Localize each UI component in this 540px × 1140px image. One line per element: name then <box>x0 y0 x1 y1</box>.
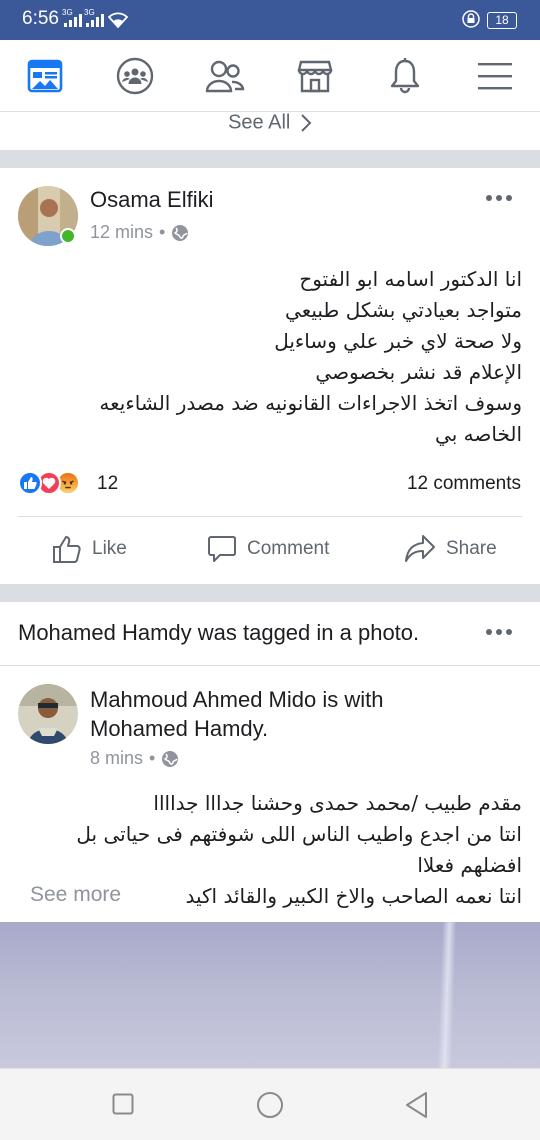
tagged-photo[interactable] <box>0 922 540 1068</box>
post-body: مقدم طبيب /محمد حمدى وحشنا جدااا جداااا … <box>18 788 522 881</box>
post-body: انا الدكتور اسامه ابو الفتوح متواجد بعيا… <box>18 264 522 450</box>
post-time[interactable]: 12 mins <box>90 222 153 243</box>
comments-count[interactable]: 12 comments <box>407 473 521 495</box>
header-divider <box>0 665 540 666</box>
more-options-icon[interactable] <box>486 193 516 203</box>
comment-icon <box>208 536 236 562</box>
back-icon[interactable] <box>404 1091 430 1119</box>
actions-divider <box>18 516 522 517</box>
more-options-icon[interactable] <box>486 627 516 637</box>
post-line: وسوف اتخذ الاجراءات القانونيه ضد مصدر ال… <box>99 391 522 415</box>
post-author[interactable]: Osama Elfiki <box>90 187 213 213</box>
sim2-signal-icon: 3G <box>84 8 104 27</box>
top-nav-bar <box>0 40 540 112</box>
dot-separator: • <box>149 748 156 768</box>
post-last-line-row: See more انتا نعمه الصاحب والاخ الكبير و… <box>30 881 522 939</box>
share-label: Share <box>446 538 497 559</box>
post-line: الخاصه بي <box>435 422 522 446</box>
like-reaction-icon <box>18 471 42 495</box>
dot-separator: • <box>159 222 166 242</box>
avatar[interactable] <box>18 684 78 744</box>
with-user-link[interactable]: Mohamed Hamdy <box>90 716 262 741</box>
see-more-link[interactable]: See more <box>30 883 121 907</box>
clock: 6:56 <box>22 8 59 29</box>
share-icon <box>405 535 435 562</box>
tag-text: was tagged in a photo. <box>191 620 420 645</box>
comment-button[interactable]: Comment <box>207 534 329 564</box>
post-meta: 8 mins • <box>90 748 179 769</box>
post-line: مقدم طبيب /محمد حمدى وحشنا جدااا جداااا <box>153 791 522 815</box>
post-line: انتا من اجدع واطيب الناس اللى شوفتهم فى … <box>76 822 522 846</box>
post-author-line: Mahmoud Ahmed Mido is with Mohamed Hamdy… <box>90 685 383 743</box>
battery-icon: 18 <box>487 12 517 29</box>
share-button[interactable]: Share <box>404 534 497 564</box>
comment-label: Comment <box>247 538 330 559</box>
globe-icon <box>172 224 189 241</box>
reaction-count[interactable]: 12 <box>97 473 118 495</box>
like-label: Like <box>92 538 127 559</box>
online-status-icon <box>60 228 76 244</box>
menu-icon[interactable] <box>475 56 515 96</box>
globe-icon <box>162 750 179 767</box>
sim1-signal-icon: 3G <box>62 8 82 27</box>
marketplace-icon[interactable] <box>295 56 335 96</box>
with-text: is with <box>316 687 384 712</box>
home-icon[interactable] <box>256 1091 284 1119</box>
tagged-user-link[interactable]: Mohamed Hamdy <box>18 620 192 645</box>
post-line: متواجد بعيادتي بشكل طبيعي <box>285 298 522 322</box>
post-line: الإعلام قد نشر بخصوصي <box>315 360 522 384</box>
lock-icon <box>462 10 480 28</box>
status-bar: 6:56 3G 3G 18 <box>0 0 540 40</box>
post-time[interactable]: 8 mins <box>90 748 143 769</box>
friends-icon[interactable] <box>205 56 245 96</box>
notifications-icon[interactable] <box>385 56 425 96</box>
thumbs-up-icon <box>53 536 81 563</box>
news-feed-icon[interactable] <box>25 56 65 96</box>
groups-icon[interactable] <box>115 56 155 96</box>
see-all-link[interactable]: See All <box>0 112 540 150</box>
post-line: ولا صحة لاي خبر علي وساءيل <box>274 329 522 353</box>
like-button[interactable]: Like <box>52 534 127 564</box>
chevron-right-icon <box>301 114 312 132</box>
post-meta: 12 mins • <box>90 222 189 243</box>
with-end: . <box>262 716 269 741</box>
post-line: افضلهم فعلاا <box>417 853 522 877</box>
post-author[interactable]: Mahmoud Ahmed Mido <box>90 687 316 712</box>
reactions-summary[interactable] <box>18 471 80 495</box>
post-line: انا الدكتور اسامه ابو الفتوح <box>299 267 522 291</box>
recent-apps-icon[interactable] <box>112 1093 134 1115</box>
feed-divider <box>0 150 540 168</box>
tag-story-header: Mohamed Hamdy was tagged in a photo. <box>18 620 419 646</box>
wifi-icon <box>108 12 128 28</box>
photo-light-streak <box>437 922 457 1068</box>
feed-divider <box>0 584 540 602</box>
system-navigation-bar <box>0 1068 540 1140</box>
